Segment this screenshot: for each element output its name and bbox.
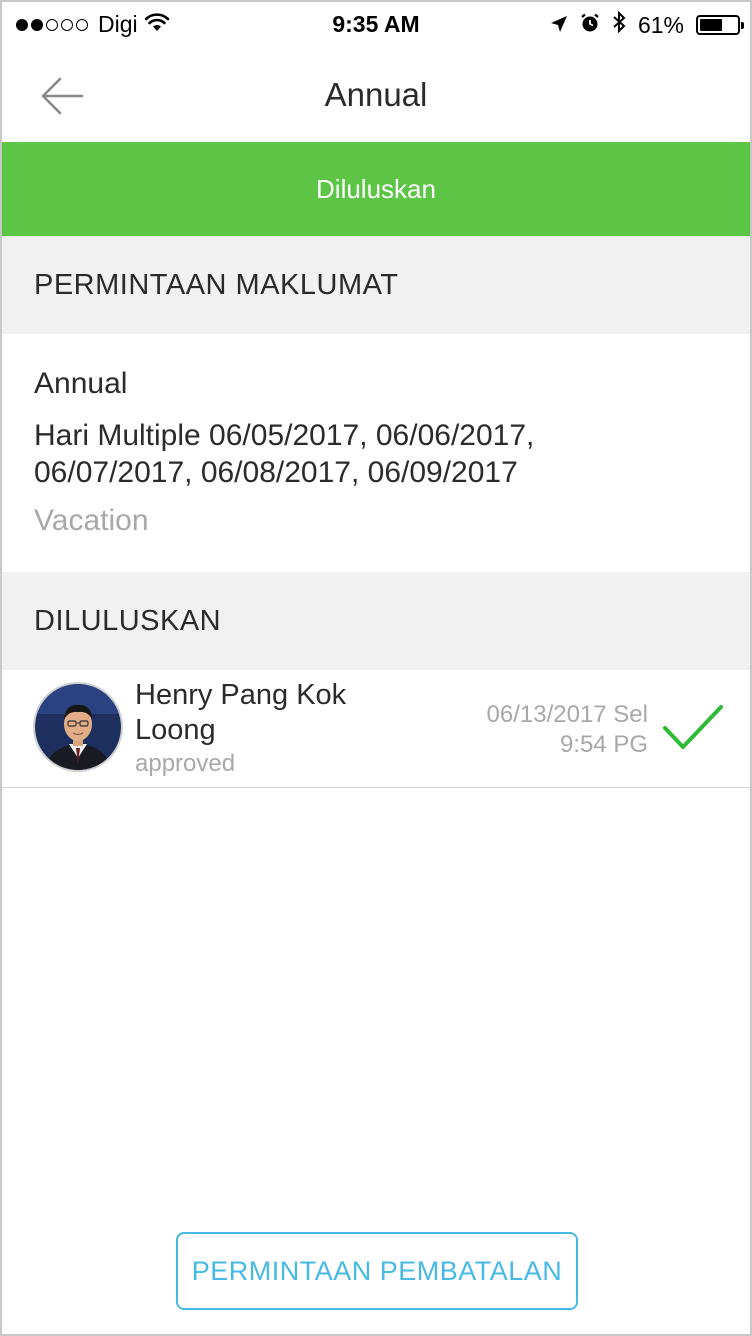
checkmark-icon <box>663 705 723 749</box>
approver-list-item: Henry Pang Kok Loong approved 06/13/2017… <box>2 670 750 788</box>
leave-dates-line: 06/07/2017, 06/08/2017, 06/09/2017 <box>34 456 518 489</box>
request-info-body: Annual Hari Multiple 06/05/2017, 06/06/2… <box>2 334 750 572</box>
approver-name-line: Loong <box>135 714 216 746</box>
status-right: 61% <box>550 10 744 39</box>
leave-type: Annual <box>34 367 128 400</box>
avatar <box>33 682 123 772</box>
approval-status: approved <box>135 750 236 777</box>
bluetooth-icon <box>612 10 626 39</box>
approver-name-line: Henry Pang Kok <box>135 679 347 711</box>
leave-dates-line: Hari Multiple 06/05/2017, 06/06/2017, <box>34 419 535 452</box>
battery-level-fill <box>700 19 722 31</box>
leave-reason: Vacation <box>34 504 149 537</box>
approval-timestamp: 06/13/2017 Sel 9:54 PG <box>428 700 648 760</box>
approval-time: 9:54 PG <box>559 731 648 758</box>
cancel-request-button[interactable]: PERMINTAAN PEMBATALAN <box>176 1232 578 1310</box>
leave-dates: Hari Multiple 06/05/2017, 06/06/2017, 06… <box>34 417 718 491</box>
page-title: Annual <box>324 76 428 113</box>
status-bar: Digi 9:35 AM 61% <box>2 2 750 48</box>
screen: Digi 9:35 AM 61% Annual Diluluskan PERMI… <box>0 0 752 1336</box>
navigation-bar: Annual <box>2 48 750 142</box>
approval-status-banner: Diluluskan <box>2 142 750 236</box>
approver-name: Henry Pang Kok Loong <box>135 678 395 748</box>
approval-date: 06/13/2017 Sel <box>486 701 648 728</box>
battery-icon <box>696 15 744 35</box>
location-arrow-icon <box>550 12 568 39</box>
approvals-header: DILULUSKAN <box>2 572 750 670</box>
battery-percentage: 61% <box>637 11 684 38</box>
request-info-header: PERMINTAAN MAKLUMAT <box>2 236 750 334</box>
alarm-clock-icon <box>580 12 600 39</box>
